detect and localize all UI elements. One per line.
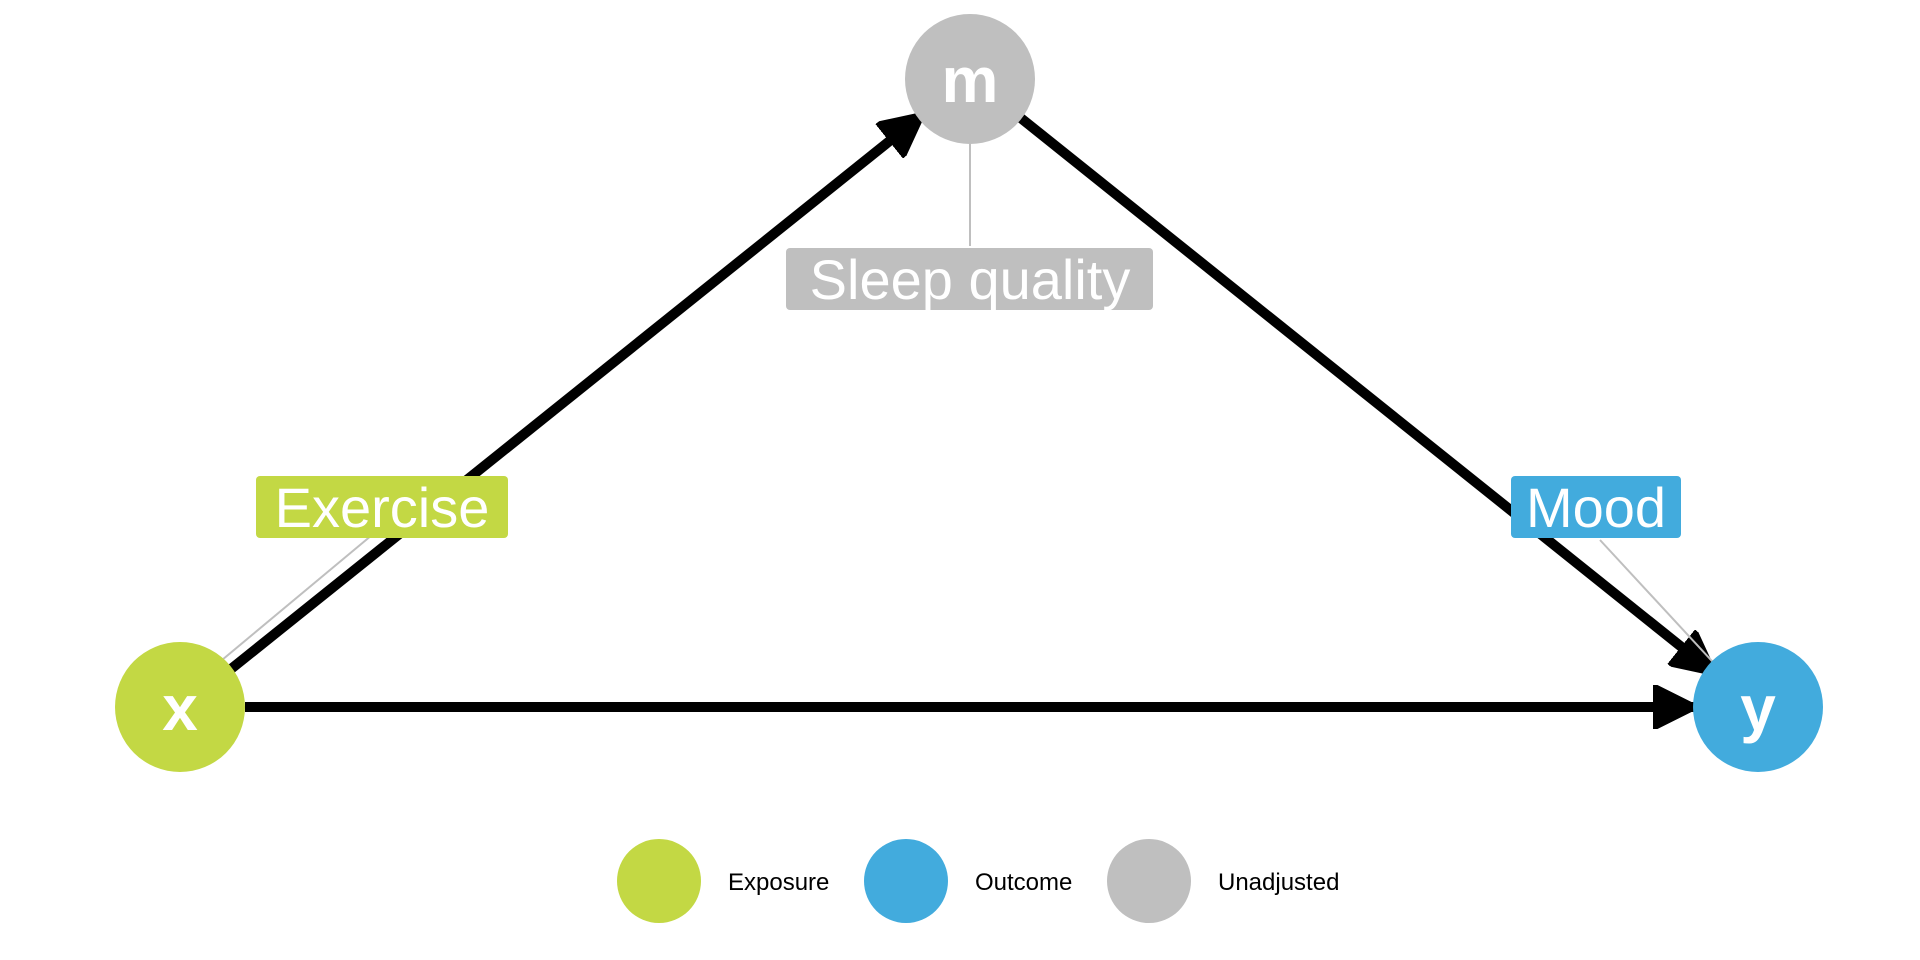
dag-diagram: x m y Exercise Sleep quality Mood Exposu… — [115, 14, 1823, 923]
node-y-letter: y — [1740, 672, 1776, 744]
legend-exposure-label: Exposure — [728, 869, 829, 896]
legend-outcome-label: Outcome — [975, 869, 1072, 896]
node-y-label: Mood — [1511, 476, 1681, 539]
node-x-label: Exercise — [256, 476, 508, 539]
node-x: x — [115, 642, 245, 772]
node-y-label-text: Mood — [1526, 476, 1666, 539]
legend-item-unadjusted: Unadjusted — [1107, 839, 1339, 923]
node-m-label: Sleep quality — [786, 248, 1153, 311]
label-leaders — [197, 144, 1749, 701]
edge-m-to-y — [1013, 111, 1714, 677]
legend-item-exposure: Exposure — [617, 839, 829, 923]
node-m: m — [905, 14, 1035, 144]
leader-line-x — [197, 534, 373, 681]
node-x-letter: x — [162, 672, 198, 744]
legend-unadjusted-label: Unadjusted — [1218, 869, 1339, 896]
node-x-label-text: Exercise — [275, 476, 490, 539]
node-m-letter: m — [942, 44, 999, 116]
legend-exposure-swatch — [617, 839, 701, 923]
node-y: y — [1693, 642, 1823, 772]
edge-x-to-m — [222, 111, 922, 677]
legend-item-outcome: Outcome — [864, 839, 1072, 923]
legend: Exposure Outcome Unadjusted — [617, 839, 1339, 923]
legend-outcome-swatch — [864, 839, 948, 923]
legend-unadjusted-swatch — [1107, 839, 1191, 923]
node-m-label-text: Sleep quality — [810, 248, 1131, 311]
